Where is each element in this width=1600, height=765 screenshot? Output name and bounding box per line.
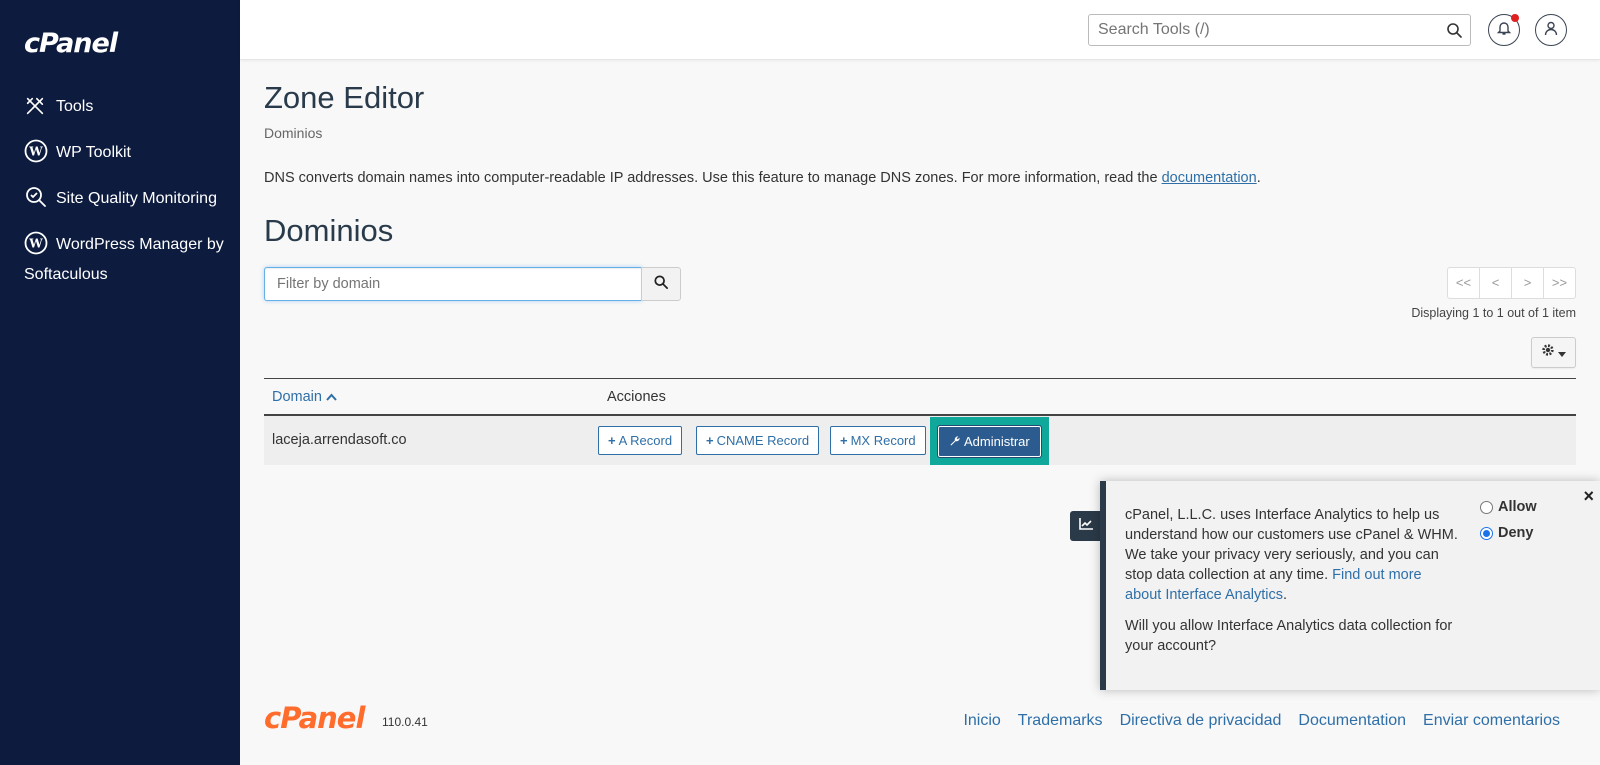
domain-cell: laceja.arrendasoft.co bbox=[272, 432, 407, 448]
page-title: Zone Editor bbox=[264, 80, 425, 115]
notifications-button[interactable] bbox=[1488, 14, 1520, 46]
user-menu-button[interactable] bbox=[1535, 14, 1567, 46]
plus-icon: + bbox=[706, 433, 714, 448]
analytics-text: cPanel, L.L.C. uses Interface Analytics … bbox=[1125, 507, 1458, 603]
display-count: Displaying 1 to 1 out of 1 item bbox=[1411, 306, 1576, 320]
search-icon[interactable] bbox=[1446, 22, 1462, 38]
pager-prev-button[interactable]: < bbox=[1479, 267, 1512, 299]
sort-domain-header[interactable]: Domain bbox=[272, 389, 337, 405]
documentation-link[interactable]: documentation bbox=[1162, 170, 1257, 186]
top-header bbox=[240, 0, 1600, 60]
version-text: 110.0.41 bbox=[382, 715, 428, 729]
plus-icon: + bbox=[608, 433, 616, 448]
sidebar-item-label: Tools bbox=[56, 98, 94, 115]
caret-down-icon bbox=[1558, 344, 1566, 362]
add-mx-record-button[interactable]: + MX Record bbox=[830, 426, 926, 455]
footer-link-trademarks[interactable]: Trademarks bbox=[1018, 712, 1103, 730]
sidebar-item-tools[interactable]: Tools bbox=[24, 92, 224, 122]
allow-radio[interactable]: Allow bbox=[1480, 499, 1537, 515]
notification-dot bbox=[1511, 14, 1519, 22]
table-header: Domain Acciones bbox=[264, 378, 1576, 416]
manage-button[interactable]: Administrar bbox=[937, 425, 1042, 458]
user-icon bbox=[1543, 20, 1559, 41]
tools-icon bbox=[24, 95, 48, 119]
analytics-question: Will you allow Interface Analytics data … bbox=[1125, 618, 1453, 654]
footer-links: Inicio Trademarks Directiva de privacida… bbox=[963, 712, 1560, 730]
svg-text:W: W bbox=[28, 237, 43, 251]
plus-icon: + bbox=[840, 433, 848, 448]
chart-icon bbox=[1079, 517, 1093, 535]
pager-last-button[interactable]: >> bbox=[1543, 267, 1576, 299]
footer-cpanel-logo[interactable]: cPanel bbox=[264, 701, 365, 735]
site-quality-icon bbox=[24, 185, 48, 209]
allow-radio-button[interactable] bbox=[1480, 500, 1493, 514]
footer-link-feedback[interactable]: Enviar comentarios bbox=[1423, 712, 1560, 730]
search-tools-input[interactable] bbox=[1089, 15, 1429, 45]
analytics-toggle-tab[interactable] bbox=[1070, 511, 1102, 541]
sidebar: cPanel Tools W WP Toolkit Site Quality M… bbox=[0, 0, 240, 765]
pagination: << < > >> bbox=[1447, 267, 1576, 299]
analytics-consent-panel: × cPanel, L.L.C. uses Interface Analytic… bbox=[1100, 481, 1600, 690]
deny-radio-button[interactable] bbox=[1480, 526, 1493, 540]
filter-domain-input[interactable] bbox=[265, 268, 641, 300]
wordpress-icon: W bbox=[24, 231, 48, 255]
deny-radio[interactable]: Deny bbox=[1480, 525, 1533, 541]
cpanel-logo[interactable]: cPanel bbox=[24, 28, 118, 59]
wordpress-icon: W bbox=[24, 139, 48, 163]
search-icon bbox=[654, 274, 668, 294]
pager-first-button[interactable]: << bbox=[1447, 267, 1480, 299]
bell-icon bbox=[1496, 20, 1512, 41]
sidebar-item-site-quality[interactable]: Site Quality Monitoring bbox=[24, 184, 224, 214]
table-row: laceja.arrendasoft.co + A Record + CNAME R… bbox=[264, 416, 1576, 465]
sidebar-item-label: Site Quality Monitoring bbox=[56, 190, 217, 207]
footer-link-privacy[interactable]: Directiva de privacidad bbox=[1120, 712, 1282, 730]
domains-table: Domain Acciones laceja.arrendasoft.co + A… bbox=[264, 378, 1576, 465]
sidebar-item-label: WordPress Manager by Softaculous bbox=[24, 236, 224, 283]
actions-header: Acciones bbox=[607, 389, 666, 405]
sidebar-item-wordpress-manager[interactable]: W WordPress Manager by Softaculous bbox=[24, 230, 224, 290]
page-description: DNS converts domain names into computer-… bbox=[264, 170, 1261, 186]
close-icon[interactable]: × bbox=[1583, 487, 1594, 505]
filter-search-button[interactable] bbox=[641, 267, 681, 301]
filter-box bbox=[264, 267, 642, 301]
search-tools bbox=[1088, 14, 1471, 46]
add-cname-record-button[interactable]: + CNAME Record bbox=[696, 426, 820, 455]
svg-text:W: W bbox=[28, 145, 43, 159]
sidebar-item-wp-toolkit[interactable]: W WP Toolkit bbox=[24, 138, 224, 168]
settings-dropdown-button[interactable] bbox=[1531, 337, 1576, 368]
add-a-record-button[interactable]: + A Record bbox=[598, 426, 683, 455]
gear-icon bbox=[1541, 343, 1555, 362]
section-title: Dominios bbox=[264, 213, 394, 248]
footer-link-inicio[interactable]: Inicio bbox=[963, 712, 1000, 730]
footer-link-documentation[interactable]: Documentation bbox=[1298, 712, 1406, 730]
wrench-icon bbox=[949, 434, 964, 449]
chevron-up-icon bbox=[326, 389, 337, 405]
sidebar-item-label: WP Toolkit bbox=[56, 144, 131, 161]
pager-next-button[interactable]: > bbox=[1511, 267, 1544, 299]
sidebar-nav: Tools W WP Toolkit Site Quality Monitori… bbox=[24, 92, 224, 306]
breadcrumb: Dominios bbox=[264, 125, 323, 141]
